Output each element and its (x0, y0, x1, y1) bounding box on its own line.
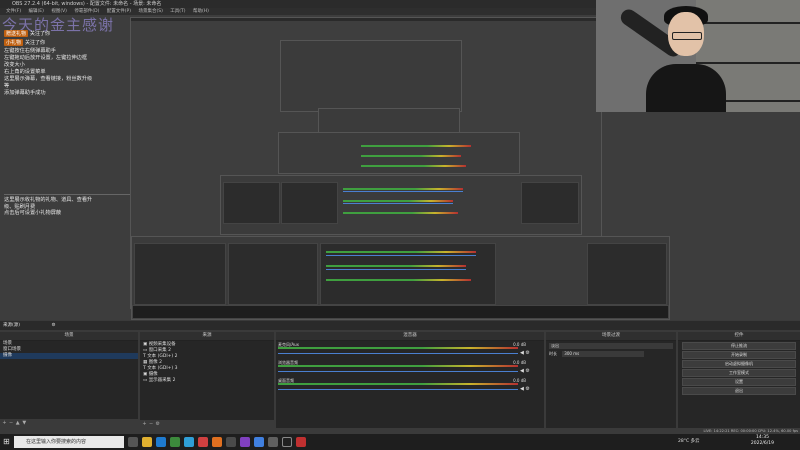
source-item[interactable]: ▭ 显示器采集 2 (140, 378, 274, 384)
exit-button[interactable]: 退出 (682, 387, 796, 395)
add-icon[interactable]: + (142, 422, 147, 427)
instruction-line: 添加弹幕助手成功 (4, 90, 46, 96)
dock-title: 来源 (140, 332, 274, 341)
app-icon[interactable] (240, 437, 250, 447)
menu-scene-collection[interactable]: 场景集合(S) (138, 9, 162, 14)
source-label: 摄像 (148, 372, 158, 377)
obs-icon[interactable] (282, 437, 292, 447)
dock-title: 场景过渡 (546, 332, 676, 341)
duration-input[interactable]: 300 ms (562, 351, 645, 357)
volume-slider[interactable] (278, 371, 518, 372)
mirror-window-4 (278, 132, 520, 174)
stop-streaming-button[interactable]: 停止推流 (682, 342, 796, 350)
instruction-line: 等 (4, 83, 10, 89)
transitions-dock: 场景过渡 淡出 时长 300 ms (546, 332, 676, 428)
down-icon[interactable]: ▼ (22, 421, 27, 426)
webcam-feed (596, 0, 800, 112)
app-icon[interactable] (170, 437, 180, 447)
app-icon[interactable] (184, 437, 194, 447)
preview-label-bar: 来源(源) ⚙ (0, 321, 800, 330)
add-icon[interactable]: + (2, 421, 7, 426)
alert-text: 关注了你 (30, 31, 51, 37)
source-label: 显示器采集 2 (148, 378, 176, 383)
volume-slider[interactable] (278, 389, 518, 390)
volume-slider[interactable] (278, 353, 518, 354)
scenes-dock: 场景 场景 窗口场景 摄像 + − ▲ ▼ (0, 332, 138, 428)
volume-meter (278, 347, 518, 349)
task-view-icon[interactable] (128, 437, 138, 447)
speaker-icon[interactable]: ◀ ⚙ (520, 368, 530, 374)
app-icon[interactable] (268, 437, 278, 447)
instruction-line: 改变大小 (4, 62, 25, 68)
dock-title: 混音器 (276, 332, 544, 341)
source-label: 视频采集设备 (148, 342, 176, 347)
weather-text: 28°C 多云 (678, 439, 700, 444)
window-title: OBS 27.2.4 (64-bit, windows) - 配置文件: 未命名… (12, 1, 162, 7)
mirror-window-2 (280, 40, 462, 112)
overlay-instructions-2: 这里展示收礼物的礼物、道具、查看升 级、贴刷月费 点击后可设置小礼物屏蔽 (4, 197, 124, 217)
speaker-icon[interactable]: ◀ ⚙ (520, 350, 530, 356)
gear-icon[interactable]: ⚙ (51, 323, 55, 328)
transition-select[interactable]: 淡出 (549, 343, 673, 349)
source-label: 窗口采集 2 (148, 348, 171, 353)
windows-start-icon[interactable]: ⊞ (3, 437, 10, 446)
sources-dock: 来源 ▣ 视频采集设备 ▭ 窗口采集 2 T 文本 (GDI+) 2 ▦ 图像 … (140, 332, 274, 428)
instruction-line: 右上角的设置菜单 (4, 69, 46, 75)
alert-row: 赠送礼物 关注了你 (4, 30, 50, 38)
controls-dock: 控件 停止推流 开始录制 启动虚拟摄像机 工作室模式 设置 退出 (678, 332, 800, 428)
volume-meter (278, 365, 518, 367)
mixer-dock: 混音器 麦克风/Aux 0.0 dB ◀ ⚙ 浏览器音频 0.0 dB ◀ ⚙ … (276, 332, 544, 428)
dock-title: 控件 (678, 332, 800, 341)
preview-label: 来源(源) (3, 323, 21, 328)
duration-label: 时长 (549, 351, 557, 356)
clock-date: 2022/6/19 (750, 441, 774, 446)
clock[interactable]: 14:35 2022/6/19 (751, 435, 774, 447)
source-label: 图像 2 (148, 360, 162, 365)
app-icon[interactable] (198, 437, 208, 447)
settings-button[interactable]: 设置 (682, 378, 796, 386)
overlay-instructions: 左键按住右侧弹幕助手 左键拖动后放开设置，左键拉伸边框 改变大小 右上角的设置菜… (4, 48, 124, 97)
mirror-window-6 (131, 236, 670, 320)
instruction-line: 左键按住右侧弹幕助手 (4, 48, 56, 54)
instruction-line: 点击后可设置小礼物屏蔽 (4, 210, 62, 216)
taskbar: ⊞ 在这里输入你要搜索的内容 28°C 多云 14:35 2022/6/19 (0, 434, 800, 450)
mirror-window-5 (220, 175, 582, 235)
alert-badge: 赠送礼物 (4, 30, 29, 37)
app-icon[interactable] (254, 437, 264, 447)
menu-tools[interactable]: 工具(T) (170, 9, 185, 14)
source-label: 文本 (GDI+) 2 (147, 354, 178, 359)
studio-mode-button[interactable]: 工作室模式 (682, 369, 796, 377)
virtual-camera-button[interactable]: 启动虚拟摄像机 (682, 360, 796, 368)
alert-row: 小礼物 关注了你 (4, 39, 45, 47)
edge-icon[interactable] (156, 437, 166, 447)
dock-title: 场景 (0, 332, 138, 341)
volume-meter (278, 383, 518, 385)
remove-icon[interactable]: − (149, 422, 154, 427)
instruction-line: 左键拖动后放开设置，左键拉伸边框 (4, 55, 88, 61)
app-icon[interactable] (296, 437, 306, 447)
source-label: 文本 (GDI+) 3 (147, 366, 178, 371)
gear-icon[interactable]: ⚙ (155, 422, 160, 427)
up-icon[interactable]: ▲ (15, 421, 20, 426)
app-icon[interactable] (212, 437, 222, 447)
start-recording-button[interactable]: 开始录制 (682, 351, 796, 359)
overlay-divider (4, 194, 130, 195)
remove-icon[interactable]: − (9, 421, 14, 426)
alert-badge: 小礼物 (4, 39, 24, 46)
file-explorer-icon[interactable] (142, 437, 152, 447)
instruction-line: 这里展示弹幕，查看链接，粉丝数升级 (4, 76, 93, 82)
alert-text: 关注了你 (25, 40, 46, 46)
app-icon[interactable] (226, 437, 236, 447)
taskbar-search[interactable]: 在这里输入你要搜索的内容 (14, 436, 124, 448)
duration-row: 时长 300 ms (549, 351, 673, 357)
menu-help[interactable]: 帮助(H) (193, 9, 209, 14)
speaker-icon[interactable]: ◀ ⚙ (520, 386, 530, 392)
scene-item-selected[interactable]: 摄像 (0, 353, 138, 359)
